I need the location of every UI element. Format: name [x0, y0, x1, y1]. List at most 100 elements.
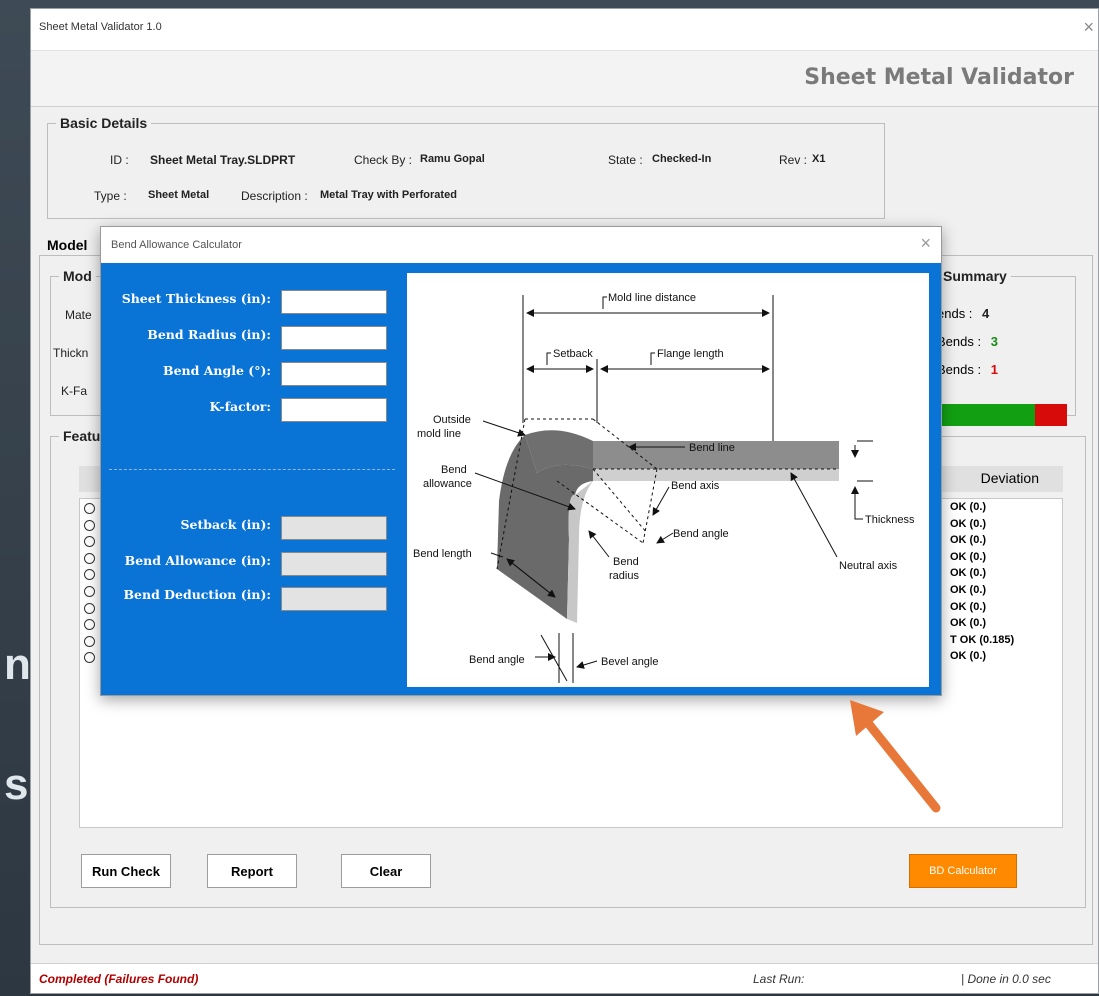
rev-label: Rev :	[779, 153, 808, 167]
summary-total-label: ends :	[937, 306, 973, 321]
bend-radius-label-2: radius	[609, 570, 639, 582]
deviation-cell: OK (0.)	[950, 534, 987, 547]
row-radio-button[interactable]	[84, 503, 95, 514]
summary-progress-bar	[937, 404, 1067, 426]
summary-fail-label: Bends :	[937, 362, 982, 377]
row-radio-button[interactable]	[84, 536, 95, 548]
bend-angle-diagram-label: Bend angle	[673, 528, 729, 540]
bend-length-label: Bend length	[413, 548, 472, 560]
deviation-cell: OK (0.)	[950, 517, 987, 530]
bend-angle-bottom-label: Bend angle	[469, 654, 525, 666]
dialog-close-icon[interactable]: ×	[920, 233, 931, 254]
row-radio-button[interactable]	[84, 619, 95, 631]
header-bar: Sheet Metal Validator	[31, 51, 1098, 107]
progress-ok-segment	[937, 404, 1035, 426]
bend-diagram-svg: Mold line distance Setback Flange length…	[413, 292, 915, 683]
row-radio-button[interactable]	[84, 585, 95, 597]
summary-fail-value: 1	[990, 362, 998, 377]
deviation-cell: OK (0.)	[950, 550, 987, 563]
bend-allowance-diagram-label-1: Bend	[441, 464, 467, 476]
deviation-cell: OK (0.)	[950, 583, 987, 596]
deviation-cell: T OK (0.185)	[950, 633, 1015, 646]
outside-mold-line-label-2: mold line	[417, 428, 461, 440]
sheet-thickness-input[interactable]	[281, 290, 387, 314]
summary-ok-label: Bends :	[937, 334, 982, 349]
status-bar: Completed (Failures Found) Last Run: | D…	[31, 963, 1098, 993]
bend-angle-input[interactable]	[281, 362, 387, 386]
type-value: Sheet Metal	[148, 189, 210, 201]
check-by-value: Ramu Gopal	[420, 153, 485, 165]
last-run-label: Last Run:	[753, 972, 805, 986]
leg-edge	[567, 481, 593, 623]
bend-allowance-dialog: Bend Allowance Calculator × Sheet Thickn…	[100, 226, 942, 696]
deviation-cell: OK (0.)	[950, 567, 987, 580]
thickness-label: Thickn	[53, 346, 89, 360]
bend-allowance-label: Bend Allowance (in):	[124, 553, 271, 568]
close-icon[interactable]: ×	[1083, 17, 1094, 38]
deviation-cell: OK (0.)	[950, 650, 987, 663]
row-radio-button[interactable]	[84, 635, 95, 647]
row-radio-button[interactable]	[84, 552, 95, 564]
model-info-legend: Mod	[63, 268, 92, 284]
type-label: Type :	[94, 189, 127, 203]
radio-column	[84, 503, 95, 669]
summary-total-row: ends : 4	[937, 306, 989, 321]
description-label: Description :	[241, 189, 308, 203]
basic-details-legend: Basic Details	[60, 115, 148, 131]
state-value: Checked-In	[652, 153, 712, 165]
description-value: Metal Tray with Perforated	[320, 189, 457, 201]
clear-button[interactable]: Clear	[341, 854, 431, 888]
summary-ok-value: 3	[990, 334, 998, 349]
bend-allowance-output	[281, 552, 387, 576]
run-duration: | Done in 0.0 sec	[961, 972, 1051, 986]
material-label: Mate	[65, 308, 92, 322]
row-radio-button[interactable]	[84, 519, 95, 531]
state-label: State :	[608, 153, 643, 167]
id-label: ID :	[110, 153, 129, 167]
setback-output	[281, 516, 387, 540]
deviation-header: Deviation	[980, 470, 1039, 486]
thickness-diagram-label: Thickness	[865, 514, 915, 526]
window-title: Sheet Metal Validator 1.0	[39, 21, 162, 33]
sheet-metal-bend-diagram: Mold line distance Setback Flange length…	[407, 273, 929, 687]
bend-radius-label: Bend Radius (in):	[147, 327, 271, 342]
bevel-angle-label: Bevel angle	[601, 656, 659, 668]
background-letter: n	[4, 640, 31, 689]
row-radio-button[interactable]	[84, 652, 95, 664]
id-value: Sheet Metal Tray.SLDPRT	[150, 153, 296, 167]
background-letter: s	[4, 760, 29, 809]
bend-axis-label: Bend axis	[671, 480, 720, 492]
bd-calculator-button[interactable]: BD Calculator	[909, 854, 1017, 888]
run-check-button[interactable]: Run Check	[81, 854, 171, 888]
basic-details-group: Basic Details ID : Sheet Metal Tray.SLDP…	[47, 115, 885, 219]
summary-legend: Summary	[943, 268, 1007, 284]
bend-deduction-output	[281, 587, 387, 611]
bend-radius-input[interactable]	[281, 326, 387, 350]
bend-allowance-diagram-label-2: allowance	[423, 478, 472, 490]
report-button[interactable]: Report	[207, 854, 297, 888]
rev-value: X1	[812, 153, 826, 165]
bend-deduction-label: Bend Deduction (in):	[123, 587, 271, 602]
mold-line-distance-label: Mold line distance	[608, 292, 696, 304]
dialog-separator	[109, 469, 395, 470]
row-radio-button[interactable]	[84, 602, 95, 614]
summary-group: Summary ends : 4 Bends : 3 Bends : 1	[930, 268, 1076, 426]
row-radio-button[interactable]	[84, 569, 95, 581]
deviation-column: OK (0.) OK (0.) OK (0.) OK (0.) OK (0.) …	[950, 501, 1014, 667]
check-by-label: Check By :	[354, 153, 413, 167]
deviation-cell: OK (0.)	[950, 501, 987, 513]
bend-angle-label: Bend Angle (°):	[163, 363, 271, 378]
features-legend: Featu	[63, 428, 101, 444]
deviation-cell: OK (0.)	[950, 600, 987, 613]
summary-total-value: 4	[982, 306, 990, 321]
tab-model[interactable]: Model	[47, 237, 87, 253]
setback-label: Setback (in):	[180, 517, 272, 532]
bend-line-label: Bend line	[689, 442, 735, 454]
bend-radius-label-1: Bend	[613, 556, 639, 568]
k-factor-label: K-Fa	[61, 384, 88, 398]
progress-fail-segment	[1034, 404, 1067, 426]
k-factor-input-label: K-factor:	[209, 399, 271, 414]
k-factor-input[interactable]	[281, 398, 387, 422]
summary-ok-row: Bends : 3	[937, 334, 998, 349]
app-title: Sheet Metal Validator	[804, 65, 1074, 90]
